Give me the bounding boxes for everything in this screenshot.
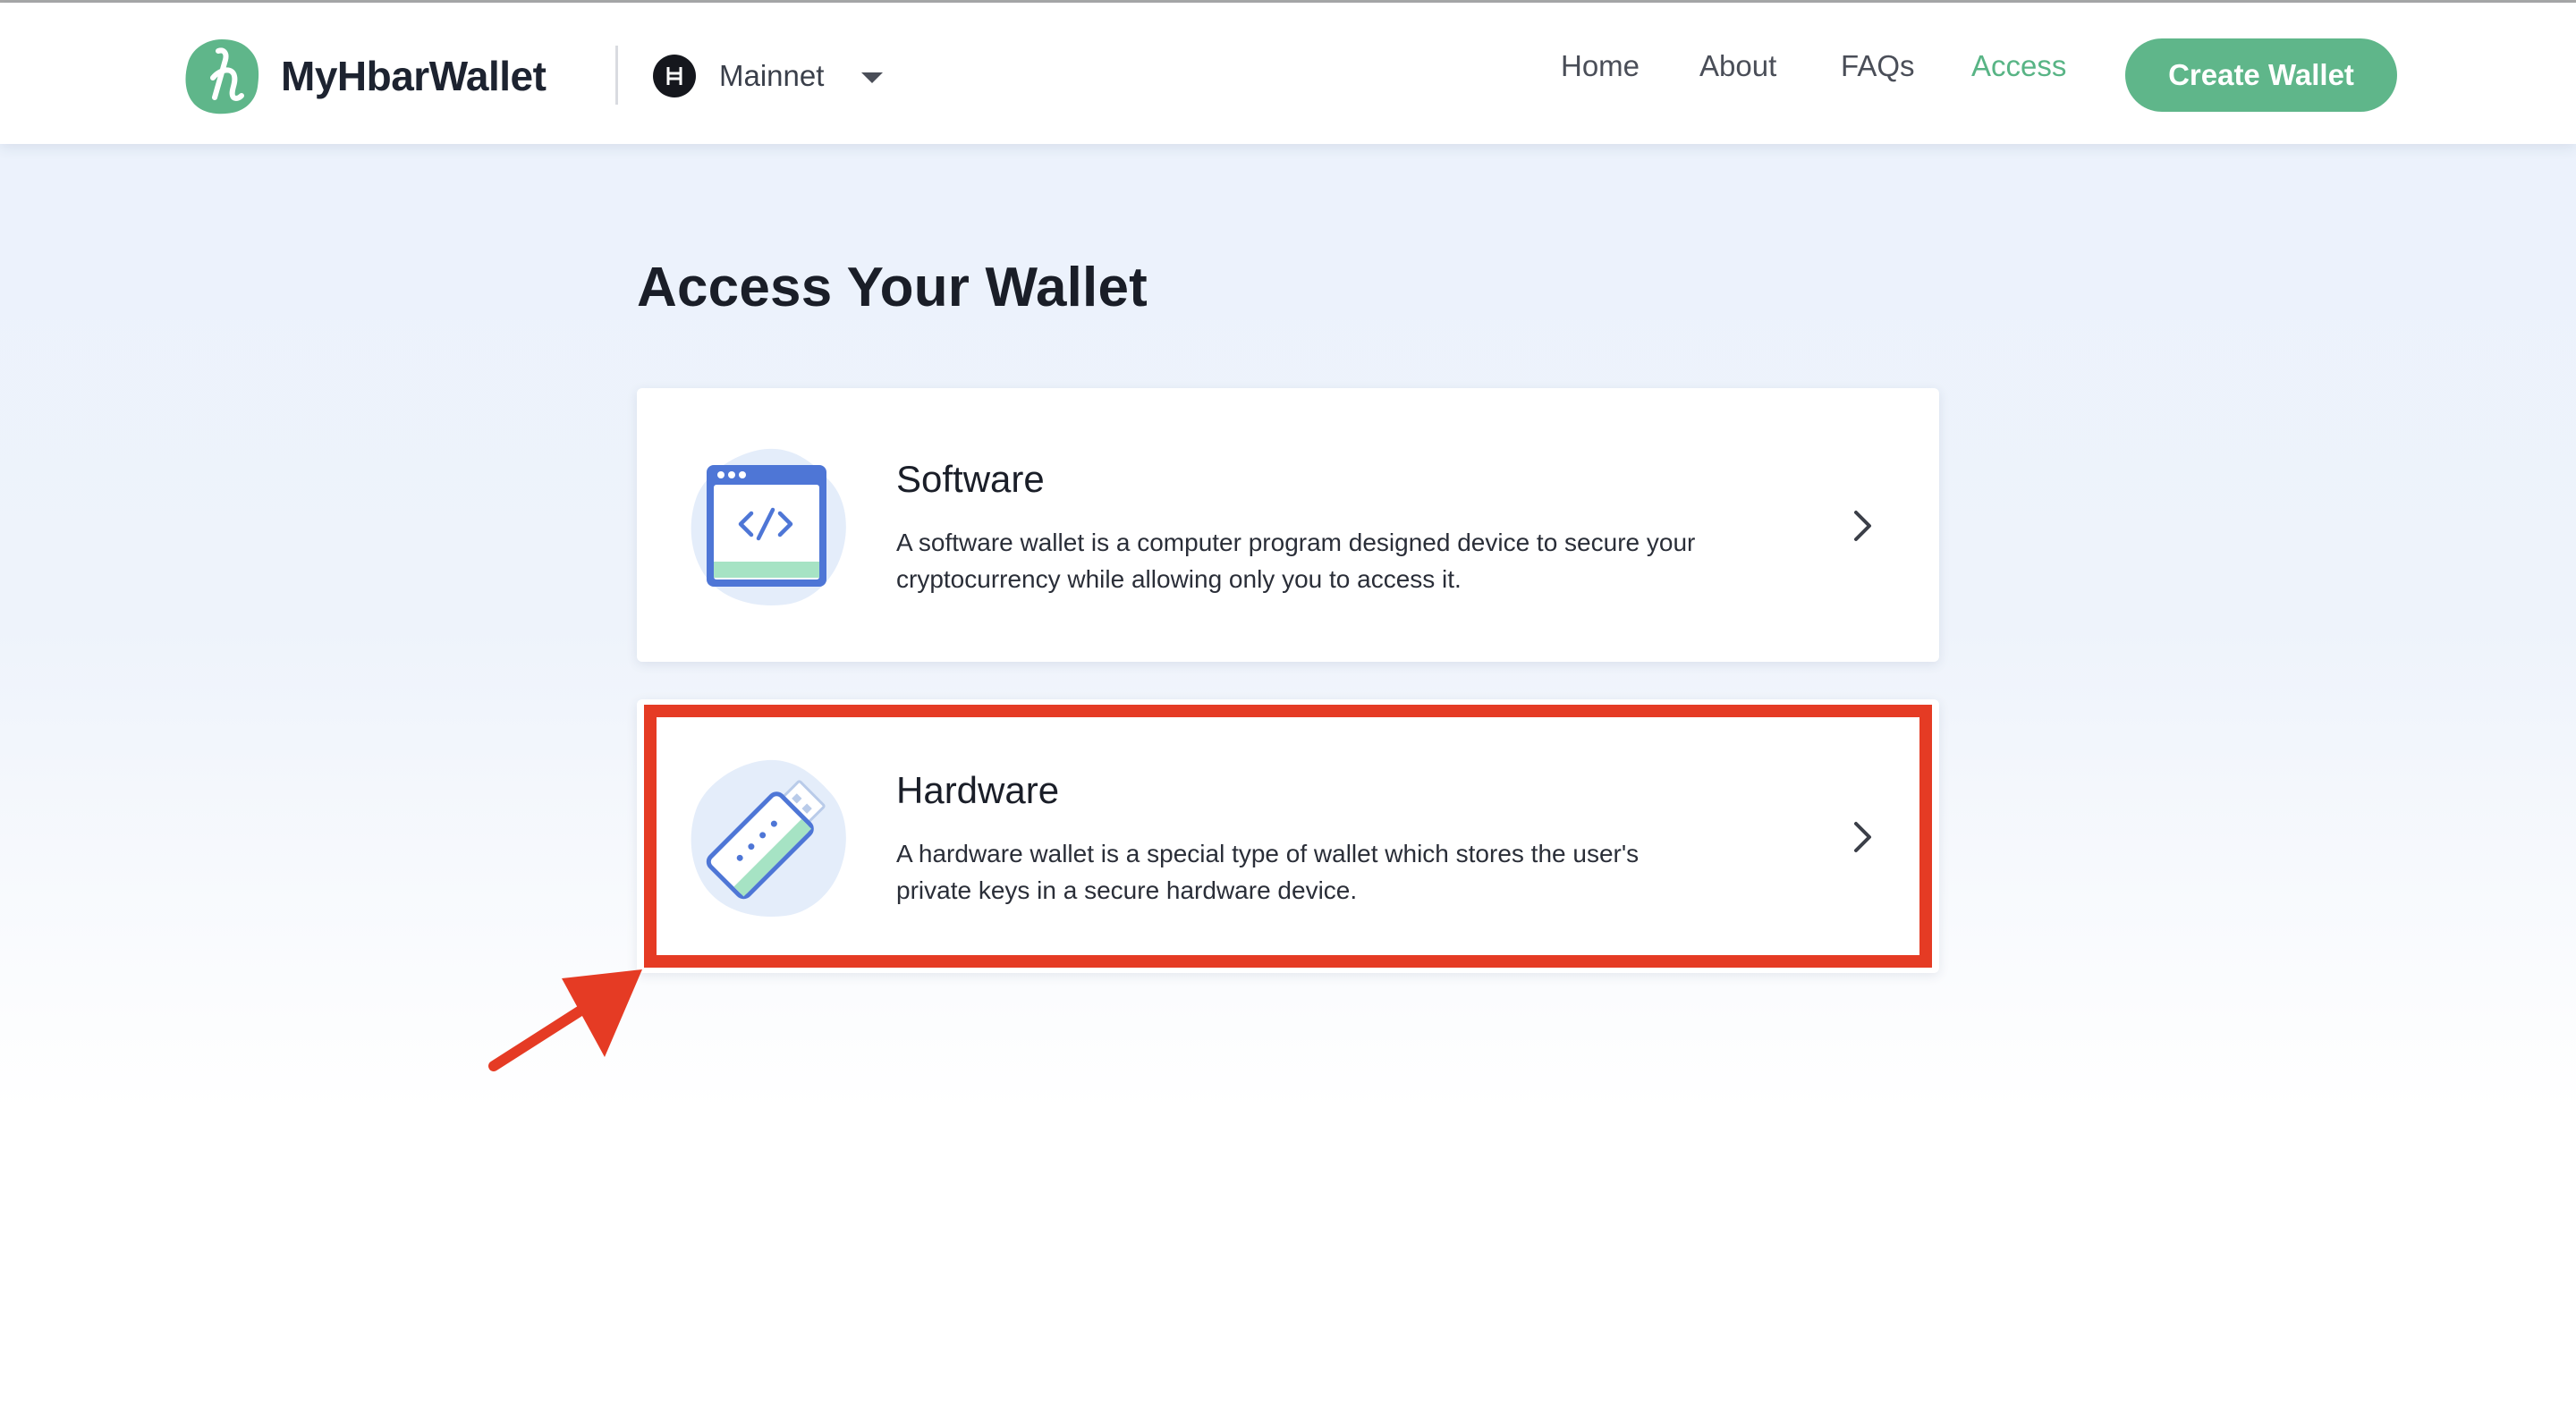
page-title: Access Your Wallet [637,257,1148,318]
software-option-title: Software [896,458,1045,500]
brand-name: MyHbarWallet [281,53,547,99]
nav-about[interactable]: About [1699,49,1776,94]
software-option-description: A software wallet is a computer program … [896,529,1696,593]
top-navigation-bar: MyHbarWallet Mainnet Home About FAQs Acc… [0,3,2576,144]
annotation-arrow-icon [488,969,642,1071]
chevron-right-icon [1854,511,1871,541]
myhbarwallet-logo-icon [185,39,259,114]
header-divider [615,46,618,105]
nav-faqs[interactable]: FAQs [1841,49,1915,94]
software-wallet-option[interactable]: Software A software wallet is a computer… [637,388,1939,662]
network-name: Mainnet [719,59,825,92]
annotation-highlight-box [644,705,1932,968]
create-wallet-button[interactable]: Create Wallet [2125,38,2397,112]
nav-access[interactable]: Access [1971,49,2066,94]
hbar-icon [653,55,696,97]
brand-logo[interactable]: MyHbarWallet [182,37,547,115]
code-window-icon [691,448,846,605]
chevron-down-icon [861,72,884,83]
network-selector[interactable]: Mainnet [653,51,884,101]
nav-home[interactable]: Home [1561,49,1640,94]
